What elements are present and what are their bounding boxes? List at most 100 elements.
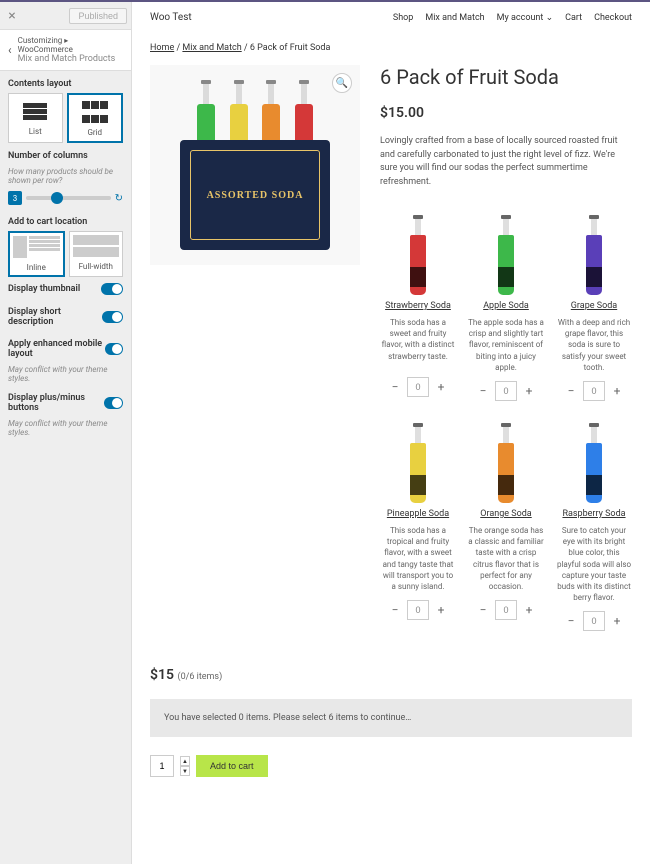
variant-item: Pineapple Soda This soda has a tropical …	[380, 413, 456, 631]
variant-qty-input[interactable]	[583, 611, 605, 631]
add-to-cart-row: ▲ ▼ Add to cart	[132, 745, 650, 787]
num-columns-hint: How many products should be shown per ro…	[0, 165, 131, 187]
plus-button[interactable]: +	[611, 614, 623, 628]
variant-qty-row: − +	[468, 381, 544, 401]
minus-button[interactable]: −	[477, 603, 489, 617]
total-price: $15	[150, 667, 174, 683]
plus-button[interactable]: +	[523, 603, 535, 617]
selection-message: You have selected 0 items. Please select…	[150, 699, 632, 737]
variant-qty-input[interactable]	[495, 381, 517, 401]
layout-options: List Grid	[0, 93, 131, 143]
minus-button[interactable]: −	[389, 380, 401, 394]
toggle-thumbnail: Display thumbnail	[0, 277, 131, 301]
variant-name-link[interactable]: Grape Soda	[556, 301, 632, 311]
variant-name-link[interactable]: Apple Soda	[468, 301, 544, 311]
reset-icon[interactable]: ↻	[115, 193, 123, 204]
variant-name-link[interactable]: Strawberry Soda	[380, 301, 456, 311]
variant-item: Orange Soda The orange soda has a classi…	[468, 413, 544, 631]
toggle-mobile-switch[interactable]	[105, 343, 123, 355]
customizer-panel: × Published ‹ Customizing ▸ WooCommerce …	[0, 2, 132, 864]
cart-location-fullwidth[interactable]: Full-width	[69, 231, 124, 277]
grid-icon	[80, 99, 110, 125]
cart-location-inline[interactable]: Inline	[8, 231, 65, 277]
variant-description: This soda has a sweet and fruity flavor,…	[380, 317, 456, 369]
customizer-header[interactable]: ‹ Customizing ▸ WooCommerce Mix and Matc…	[0, 30, 131, 71]
zoom-icon[interactable]: 🔍	[332, 73, 352, 93]
variant-bottle	[468, 205, 544, 295]
variant-qty-input[interactable]	[407, 377, 429, 397]
variant-qty-row: − +	[556, 381, 632, 401]
toggle-mobile-label: Apply enhanced mobile layout	[8, 339, 105, 359]
variant-bottle	[380, 413, 456, 503]
minus-button[interactable]: −	[565, 614, 577, 628]
customizer-breadcrumb: Customizing ▸ WooCommerce Mix and Match …	[18, 36, 123, 64]
num-columns-label: Number of columns	[0, 143, 131, 165]
minus-button[interactable]: −	[565, 384, 577, 398]
customizer-top-bar: × Published	[0, 2, 131, 30]
plus-button[interactable]: +	[435, 380, 447, 394]
breadcrumb-home[interactable]: Home	[150, 43, 174, 53]
nav-account[interactable]: My account ⌄	[497, 13, 553, 23]
nav-shop[interactable]: Shop	[393, 13, 414, 23]
cart-quantity-input[interactable]	[150, 755, 174, 777]
columns-slider-row: 3 ↻	[0, 187, 131, 209]
fullwidth-label: Full-width	[73, 262, 120, 271]
breadcrumb-mix[interactable]: Mix and Match	[182, 43, 241, 53]
toggle-plusminus-switch[interactable]	[104, 397, 123, 409]
minus-button[interactable]: −	[477, 384, 489, 398]
nav-mix[interactable]: Mix and Match	[425, 13, 484, 23]
site-title[interactable]: Woo Test	[150, 12, 192, 23]
toggle-plusminus-hint: May conflict with your theme styles.	[0, 419, 131, 441]
plus-button[interactable]: +	[611, 384, 623, 398]
box-text: ASSORTED SODA	[207, 190, 304, 201]
plus-button[interactable]: +	[435, 603, 447, 617]
variant-description: Sure to catch your eye with its bright b…	[556, 525, 632, 603]
site-preview: Woo Test Shop Mix and Match My account ⌄…	[132, 2, 650, 864]
layout-option-grid[interactable]: Grid	[67, 93, 124, 143]
variant-qty-input[interactable]	[407, 600, 429, 620]
toggle-plusminus: Display plus/minus buttons	[0, 387, 131, 419]
list-icon	[11, 98, 60, 124]
plus-button[interactable]: +	[523, 384, 535, 398]
contents-layout-label: Contents layout	[0, 71, 131, 93]
variant-qty-input[interactable]	[583, 381, 605, 401]
back-arrow-icon[interactable]: ‹	[8, 43, 12, 57]
toggle-thumbnail-switch[interactable]	[101, 283, 123, 295]
publish-button[interactable]: Published	[69, 8, 127, 24]
variant-qty-row: − +	[380, 377, 456, 397]
variant-qty-row: − +	[468, 600, 544, 620]
slider-thumb[interactable]	[51, 192, 63, 204]
inline-icon	[13, 236, 60, 260]
variant-bottle	[380, 205, 456, 295]
toggle-short-desc: Display short description	[0, 301, 131, 333]
product-image[interactable]: 🔍 ASSORTED SODA	[150, 65, 360, 265]
product-description: Lovingly crafted from a base of locally …	[380, 135, 632, 189]
layout-option-list[interactable]: List	[8, 93, 63, 143]
variant-bottle	[468, 413, 544, 503]
qty-down-icon[interactable]: ▼	[180, 766, 190, 776]
toggle-thumbnail-label: Display thumbnail	[8, 284, 80, 294]
product-content: 🔍 ASSORTED SODA 6 Pack of Fruit Soda $15…	[132, 53, 650, 643]
product-info: 6 Pack of Fruit Soda $15.00 Lovingly cra…	[380, 65, 632, 631]
variant-name-link[interactable]: Raspberry Soda	[556, 509, 632, 519]
variant-item: Apple Soda The apple soda has a crisp an…	[468, 205, 544, 401]
variant-qty-row: − +	[380, 600, 456, 620]
customizer-section-title: Mix and Match Products	[18, 54, 123, 64]
grid-label: Grid	[71, 128, 120, 137]
nav-cart[interactable]: Cart	[565, 13, 582, 23]
minus-button[interactable]: −	[389, 603, 401, 617]
variant-qty-input[interactable]	[495, 600, 517, 620]
nav-checkout[interactable]: Checkout	[594, 13, 632, 23]
breadcrumb: Home / Mix and Match / 6 Pack of Fruit S…	[132, 33, 650, 53]
toggle-short-desc-label: Display short description	[8, 307, 102, 327]
variant-name-link[interactable]: Orange Soda	[468, 509, 544, 519]
qty-up-icon[interactable]: ▲	[180, 756, 190, 766]
variant-name-link[interactable]: Pineapple Soda	[380, 509, 456, 519]
add-to-cart-button[interactable]: Add to cart	[196, 755, 268, 777]
close-icon[interactable]: ×	[4, 8, 20, 24]
columns-slider[interactable]	[26, 196, 111, 200]
variant-bottle	[556, 413, 632, 503]
toggle-short-desc-switch[interactable]	[102, 311, 123, 323]
add-cart-location-label: Add to cart location	[0, 209, 131, 231]
soda-box-illustration: ASSORTED SODA	[180, 80, 330, 250]
